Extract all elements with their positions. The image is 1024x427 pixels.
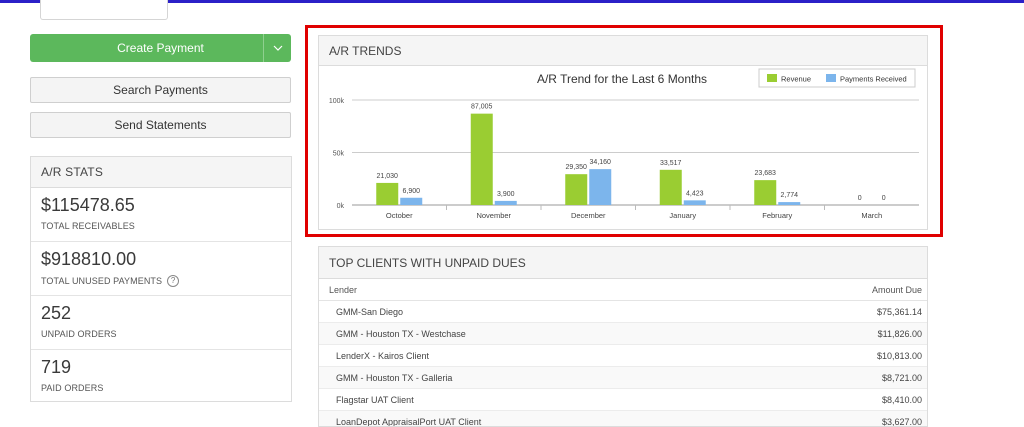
table-row[interactable]: Flagstar UAT Client $8,410.00	[319, 389, 927, 411]
amount-due: $75,361.14	[876, 306, 922, 317]
highlight-box	[305, 25, 943, 237]
send-statements-button[interactable]: Send Statements	[30, 112, 291, 138]
stat-label: TOTAL UNUSED PAYMENTS?	[41, 275, 281, 287]
lender-name: LenderX - Kairos Client	[336, 350, 430, 361]
lender-name: LoanDepot AppraisalPort UAT Client	[336, 416, 482, 427]
stat-value: 252	[41, 303, 72, 323]
top-clients-title: TOP CLIENTS WITH UNPAID DUES	[319, 247, 927, 279]
stat-label: UNPAID ORDERS	[41, 329, 117, 339]
lender-name: Flagstar UAT Client	[336, 394, 414, 405]
lender-name: GMM - Houston TX - Westchase	[336, 328, 466, 339]
col-amount-due[interactable]: Amount Due	[872, 285, 922, 295]
table-row[interactable]: LenderX - Kairos Client $10,813.00	[319, 345, 927, 367]
stat-value: $115478.65	[41, 195, 135, 215]
amount-due: $11,826.00	[877, 328, 922, 339]
ar-stats-title: A/R STATS	[31, 157, 291, 188]
amount-due: $8,410.00	[881, 394, 922, 405]
amount-due: $8,721.00	[881, 372, 922, 383]
chevron-down-icon[interactable]	[263, 34, 291, 62]
table-row[interactable]: LoanDepot AppraisalPort UAT Client $3,627…	[319, 411, 927, 427]
lender-name: GMM-San Diego	[336, 306, 404, 317]
table-row[interactable]: GMM - Houston TX - Galleria $8,721.00	[319, 367, 927, 389]
amount-due: $3,627.00	[881, 416, 922, 427]
col-lender[interactable]: Lender	[329, 285, 357, 295]
ar-stats-panel: A/R STATS $115478.65 TOTAL RECEIVABLES $…	[30, 156, 292, 402]
create-payment-label: Create Payment	[117, 41, 204, 55]
header-dropdown-box[interactable]	[40, 0, 168, 20]
table-header: Lender Amount Due	[319, 279, 927, 301]
clients-table-body: GMM-San Diego $75,361.14 GMM - Houston TX …	[319, 301, 927, 427]
stat-label: TOTAL RECEIVABLES	[41, 221, 135, 231]
stat-unpaid-orders: 252 UNPAID ORDERS	[31, 296, 291, 350]
stat-label: PAID ORDERS	[41, 383, 104, 393]
create-payment-button[interactable]: Create Payment	[30, 34, 291, 62]
table-row[interactable]: GMM-San Diego $75,361.14	[319, 301, 927, 323]
stat-total-receivables: $115478.65 TOTAL RECEIVABLES	[31, 188, 291, 242]
table-row[interactable]: GMM - Houston TX - Westchase $11,826.00	[319, 323, 927, 345]
top-clients-panel: TOP CLIENTS WITH UNPAID DUES Lender Amou…	[318, 246, 928, 427]
search-payments-button[interactable]: Search Payments	[30, 77, 291, 103]
stat-paid-orders: 719 PAID ORDERS	[31, 350, 291, 404]
stat-total-unused-payments: $918810.00 TOTAL UNUSED PAYMENTS?	[31, 242, 291, 296]
help-icon[interactable]: ?	[167, 275, 180, 287]
amount-due: $10,813.00	[876, 350, 922, 361]
stat-value: 719	[41, 357, 72, 377]
lender-name: GMM - Houston TX - Galleria	[336, 372, 453, 383]
stat-value: $918810.00	[41, 249, 137, 269]
